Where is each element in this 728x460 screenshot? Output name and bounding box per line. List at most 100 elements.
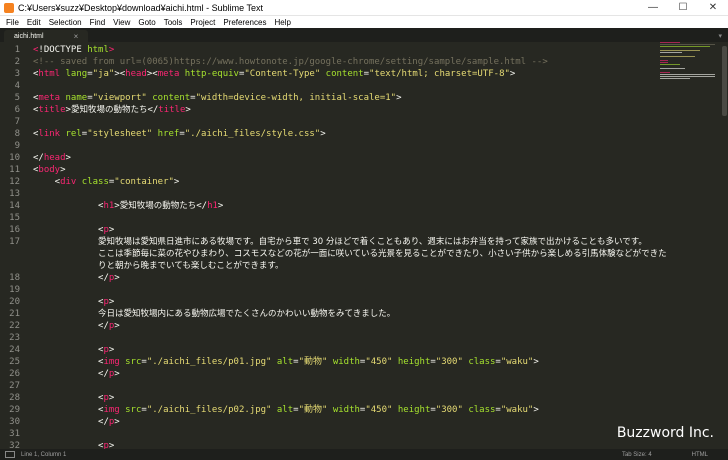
code-token: width (332, 357, 360, 367)
line-number: 13 (9, 189, 20, 199)
line-number-gutter: 1 2 3 4 5 6 7 8 9 10 11 12 13 14 15 16 17 18 19 20 21 22 23 24 2… (0, 42, 28, 449)
code-token: "動物" (298, 405, 333, 415)
code-token: "300" (435, 357, 469, 367)
maximize-button[interactable]: ☐ (668, 0, 698, 16)
line-number: 31 (9, 429, 20, 439)
code-line[interactable]: りと朝から晩までいても楽しむことができます。 (33, 260, 284, 272)
code-line[interactable]: <body> (33, 164, 66, 176)
code-token: img (103, 357, 126, 367)
code-line[interactable]: <h1>愛知牧場の動物たち</h1> (33, 200, 223, 212)
code-line[interactable]: <div class="container"> (33, 176, 180, 188)
code-line[interactable]: <link rel="stylesheet" href="./aichi_fil… (33, 128, 326, 140)
code-token: りと朝から晩までいても楽しむことができます。 (98, 261, 284, 271)
code-line[interactable]: <meta name="viewport" content="width=dev… (33, 92, 402, 104)
code-line[interactable]: 愛知牧場は愛知県日進市にある牧場です。自宅から車で 30 分ほどで着くこともあり… (33, 236, 647, 248)
code-token: "viewport" (92, 93, 153, 103)
minimize-button[interactable]: — (638, 0, 668, 16)
code-token: 愛知牧場の動物たち (70, 105, 148, 115)
code-token: </ (33, 153, 44, 163)
code-token: "waku" (500, 357, 534, 367)
code-token: > (114, 273, 120, 283)
code-line[interactable]: <!DOCTYPE html> (33, 44, 114, 56)
scrollbar-thumb[interactable] (722, 46, 727, 116)
panel-toggle-icon[interactable] (5, 451, 15, 458)
code-token: meta (157, 69, 185, 79)
code-line[interactable]: <p> (33, 224, 114, 236)
tab-bar: aichi.html × ▾ (0, 28, 728, 42)
code-token: >< (146, 69, 158, 79)
code-token: </ (147, 105, 159, 115)
watermark: Buzzword Inc. (616, 425, 714, 441)
line-number: 30 (9, 417, 20, 427)
menu-find[interactable]: Find (86, 18, 110, 27)
code-line[interactable]: <html lang="ja"><head><meta http-equiv="… (33, 68, 515, 80)
code-line[interactable]: <!-- saved from url=(0065)https://www.ho… (33, 56, 548, 68)
code-token: < (33, 441, 104, 449)
code-token: > (108, 297, 115, 307)
code-token: link (38, 129, 66, 139)
code-token: > (396, 93, 402, 103)
vertical-scrollbar[interactable] (721, 42, 728, 449)
code-token: lang (65, 69, 88, 79)
code-token: < (33, 177, 61, 187)
line-number: 15 (9, 213, 20, 223)
menu-file[interactable]: File (2, 18, 23, 27)
line-number: 11 (9, 165, 20, 175)
code-token: > (65, 153, 71, 163)
tab-size-indicator[interactable]: Tab Size: 4 (622, 452, 652, 458)
menu-project[interactable]: Project (186, 18, 219, 27)
menu-selection[interactable]: Selection (45, 18, 86, 27)
syntax-indicator[interactable]: HTML (692, 452, 708, 458)
code-token: ここは季節毎に菜の花やひまわり、コスモスなどの花が一面に咲いている光景を見ること… (98, 249, 667, 259)
code-token: </ (33, 369, 109, 379)
code-token: > (509, 69, 516, 79)
close-button[interactable]: ✕ (698, 0, 728, 16)
code-line[interactable]: <img src="./aichi_files/p01.jpg" alt="動物… (33, 356, 539, 368)
code-token: </ (33, 321, 109, 331)
code-token: "450" (365, 405, 398, 415)
menu-help[interactable]: Help (270, 18, 294, 27)
code-token: head (125, 69, 147, 79)
code-token: width (332, 405, 360, 415)
code-line[interactable]: <img src="./aichi_files/p02.jpg" alt="動物… (33, 404, 539, 416)
editor-area[interactable]: 1 2 3 4 5 6 7 8 9 10 11 12 13 14 15 16 17 18 19 20 21 22 23 24 2… (0, 42, 728, 449)
code-token: > (533, 357, 539, 367)
code-token: "動物" (298, 357, 333, 367)
code-token: > (108, 393, 115, 403)
menu-goto[interactable]: Goto (134, 18, 159, 27)
tab-dropdown-icon[interactable]: ▾ (718, 32, 722, 40)
sublime-app-icon (4, 2, 14, 13)
menu-edit[interactable]: Edit (23, 18, 45, 27)
line-number: 28 (9, 393, 20, 403)
code-view[interactable]: <!DOCTYPE html> <!-- saved from url=(0065… (33, 42, 667, 449)
code-line[interactable]: </p> (33, 416, 120, 428)
code-token: meta (38, 93, 66, 103)
code-token: > (320, 129, 326, 139)
code-token: content (325, 69, 364, 79)
code-token: < (33, 225, 104, 235)
code-line[interactable]: </p> (33, 272, 120, 284)
code-line[interactable]: <p> (33, 440, 114, 449)
minimap[interactable] (660, 42, 720, 102)
menu-tools[interactable]: Tools (160, 18, 187, 27)
code-token: </ (33, 273, 109, 283)
code-token: http-equiv (184, 69, 239, 79)
code-line[interactable]: </head> (33, 152, 71, 164)
code-line[interactable]: <p> (33, 344, 114, 356)
code-token: body (38, 165, 61, 175)
code-line[interactable]: </p> (33, 320, 120, 332)
code-line[interactable]: <p> (33, 392, 114, 404)
code-line[interactable]: </p> (33, 368, 120, 380)
code-line[interactable]: ここは季節毎に菜の花やひまわり、コスモスなどの花が一面に咲いている光景を見ること… (33, 248, 667, 260)
code-token: h1 (103, 201, 115, 211)
code-line[interactable]: <title>愛知牧場の動物たち</title> (33, 104, 191, 116)
tab-close-icon[interactable]: × (74, 32, 79, 41)
code-line[interactable]: 今日は愛知牧場内にある動物広場でたくさんのかわいい動物をみてきました。 (33, 308, 395, 320)
line-number: 19 (9, 285, 20, 295)
code-line[interactable]: <p> (33, 296, 114, 308)
menu-view[interactable]: View (109, 18, 134, 27)
tab-aichi-html[interactable]: aichi.html × (4, 30, 89, 42)
menu-preferences[interactable]: Preferences (219, 18, 270, 27)
